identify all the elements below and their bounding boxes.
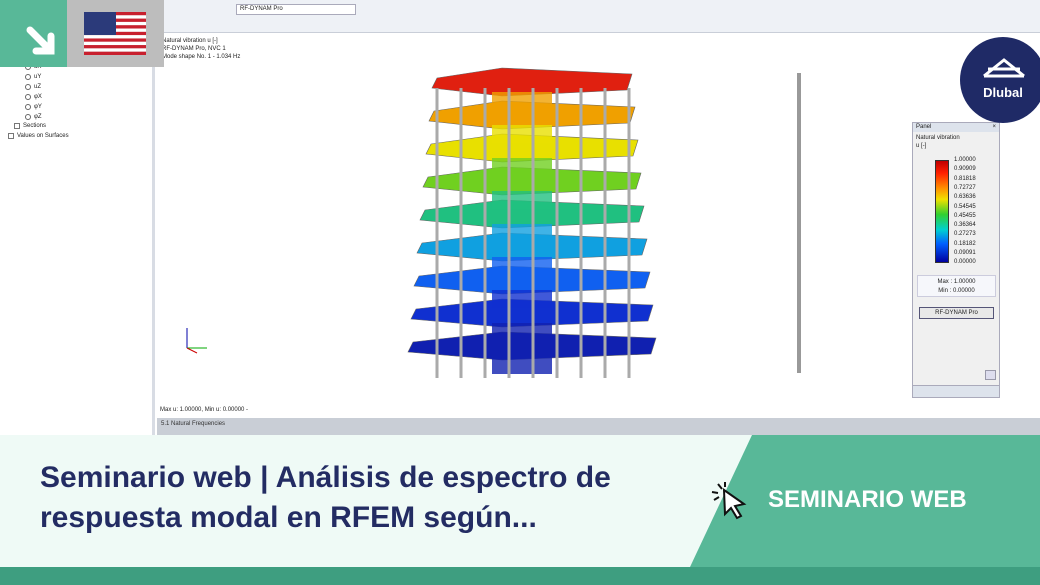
rf-dynam-button[interactable]: RF-DYNAM Pro xyxy=(919,307,994,319)
tree-item[interactable]: φZ xyxy=(25,114,42,120)
scale-value: 0.72727 xyxy=(954,184,976,191)
tree-item[interactable]: uZ xyxy=(25,84,41,90)
scale-value: 0.90909 xyxy=(954,166,976,173)
arrow-down-right-icon xyxy=(26,26,55,55)
core-wall xyxy=(492,290,552,308)
dlubal-logo: Dlubal xyxy=(960,37,1040,123)
scale-value: 0.36364 xyxy=(954,222,976,229)
webinar-title[interactable]: Seminario web | Análisis de espectro de … xyxy=(40,458,700,538)
language-flag[interactable] xyxy=(67,0,164,67)
core-wall xyxy=(492,257,552,275)
module-select[interactable]: RF-DYNAM Pro xyxy=(236,4,356,15)
zoom-icon[interactable] xyxy=(985,370,996,380)
core-wall xyxy=(492,323,552,341)
tree-item[interactable]: Sections xyxy=(14,123,46,129)
info-line: Natural vibration u [-] xyxy=(162,38,218,44)
scale-value: 0.54545 xyxy=(954,203,976,210)
click-cursor-icon xyxy=(711,482,747,520)
viewport-info: Natural vibration u [-] RF-DYNAM Pro, NV… xyxy=(162,37,240,61)
scale-value: 0.09091 xyxy=(954,250,976,256)
scale-value: 0.45455 xyxy=(954,212,976,219)
core-wall xyxy=(492,125,552,143)
scale-value: 0.81818 xyxy=(954,175,976,182)
tree-item[interactable]: Values on Surfaces xyxy=(8,133,69,139)
tree-item[interactable]: φY xyxy=(25,104,42,110)
us-flag-icon xyxy=(84,12,146,55)
panel-title: Panel xyxy=(916,124,932,130)
axis-indicator xyxy=(186,328,207,354)
color-panel: Panel × Natural vibration u [-] 1.00000 0.… xyxy=(912,122,1000,398)
core-wall xyxy=(492,356,552,374)
info-line: RF-DYNAM Pro, NVC 1 xyxy=(162,46,226,52)
webinar-tag: SEMINARIO WEB xyxy=(768,486,967,513)
building-model xyxy=(186,67,801,378)
bottom-strip xyxy=(0,567,1040,585)
core-wall xyxy=(492,92,552,110)
toolbar: RF-DYNAM Pro xyxy=(160,0,1040,33)
scale-value: 0.27273 xyxy=(954,231,976,238)
dlubal-bridge-icon xyxy=(983,58,1025,78)
tree-item[interactable]: φX xyxy=(25,94,42,100)
navigator-tree: uXuYuZφXφYφZSectionsValues on Surfaces xyxy=(0,60,155,435)
color-scale xyxy=(935,160,949,263)
core-wall xyxy=(492,224,552,242)
corner-badge xyxy=(0,0,67,67)
panel-unit: u [-] xyxy=(916,143,927,149)
info-line: Mode shape No. 1 - 1.034 Hz xyxy=(162,54,241,60)
max-min-text: Max u: 1.00000, Min u: 0.00000 - xyxy=(160,407,249,413)
max-min-box: Max : 1.00000 Min : 0.00000 xyxy=(917,275,996,297)
scale-value: 0.18182 xyxy=(954,240,976,247)
natural-frequencies-bar[interactable]: 5.1 Natural Frequencies xyxy=(157,418,1040,435)
core-wall xyxy=(492,158,552,176)
model-viewport[interactable] xyxy=(157,33,1040,418)
panel-label: Natural vibration xyxy=(916,135,960,141)
close-icon[interactable]: × xyxy=(992,124,996,131)
scale-value: 0.00000 xyxy=(954,259,976,266)
core-wall xyxy=(492,191,552,209)
tree-item[interactable]: uY xyxy=(25,74,41,80)
scale-value: 1.00000 xyxy=(954,157,976,163)
scale-value: 0.63636 xyxy=(954,194,976,201)
panel-tabs[interactable] xyxy=(913,385,999,397)
